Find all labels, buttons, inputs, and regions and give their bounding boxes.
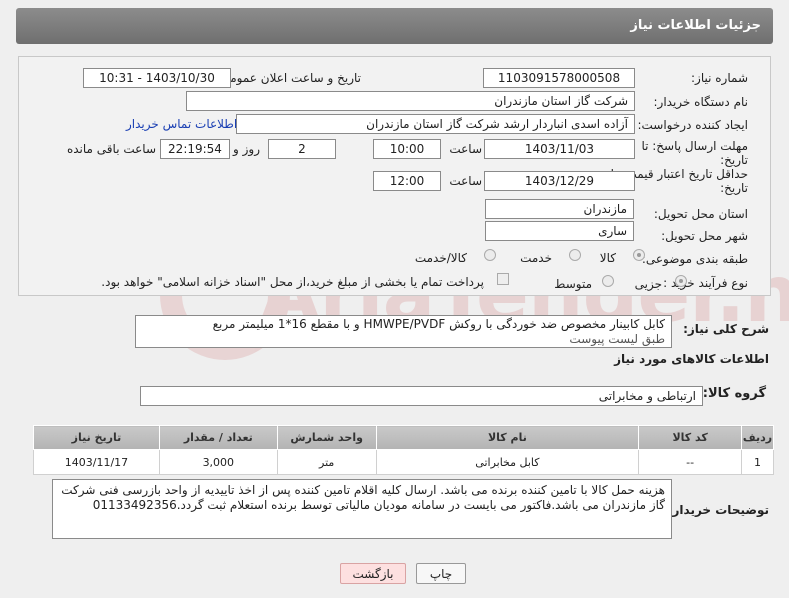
col-header-date: تاریخ نیاز <box>33 425 160 450</box>
deadline-label: مهلت ارسال پاسخ: تا <box>641 139 748 153</box>
goods-table: ردیف کد کالا نام کالا واحد شمارش تعداد /… <box>33 425 774 475</box>
announce-label: تاریخ و ساعت اعلان عمومی: <box>216 71 361 85</box>
creator-field: آزاده اسدی انباردار ارشد شرکت گاز استان … <box>236 114 635 134</box>
validity-date-label: تاریخ: <box>720 181 748 195</box>
category-label: طبقه بندی موضوعی: <box>641 252 748 266</box>
buyer-org-field: شرکت گاز استان مازندران <box>186 91 635 111</box>
page-title: جزئیات اطلاعات نیاز <box>630 18 761 33</box>
process-option-minor: جزیی <box>634 277 662 291</box>
category-option-goods-service: کالا/خدمت <box>414 251 467 265</box>
deadline-date-label: تاریخ: <box>720 153 748 167</box>
category-option-goods: کالا <box>599 251 616 265</box>
province-label: استان محل تحویل: <box>653 207 748 221</box>
goods-group-field: ارتباطی و مخابراتی <box>140 386 703 406</box>
cell-unit: متر <box>276 449 377 475</box>
description-line-1: کابل کابینار مخصوص ضد خوردگی با روکش HMW… <box>212 317 665 331</box>
back-button[interactable]: بازگشت <box>340 563 406 584</box>
col-header-qty: تعداد / مقدار <box>158 425 278 450</box>
buyer-notes-field: هزینه حمل کالا با تامین کننده برنده می ب… <box>52 479 672 539</box>
table-row: 1 -- کابل مخابراتی متر 3,000 1403/11/17 <box>33 449 774 475</box>
description-field: کابل کابینار مخصوص ضد خوردگی با روکش HMW… <box>135 315 672 348</box>
buyer-org-label: نام دستگاه خریدار: <box>653 95 749 109</box>
creator-label: ایجاد کننده درخواست: <box>637 118 748 132</box>
category-radio-service[interactable] <box>569 249 581 261</box>
category-option-service: خدمت <box>520 251 552 265</box>
goods-table-header: ردیف کد کالا نام کالا واحد شمارش تعداد /… <box>33 425 774 450</box>
deadline-date-field: 1403/11/03 <box>484 139 635 159</box>
province-field: مازندران <box>485 199 634 219</box>
time-remaining-label: ساعت باقی مانده <box>66 142 156 156</box>
announce-field: 1403/10/30 - 10:31 <box>83 68 231 88</box>
buyer-contact-link[interactable]: اطلاعات تماس خریدار <box>126 117 237 131</box>
cell-code: -- <box>638 449 743 475</box>
goods-section-title: اطلاعات کالاهای مورد نیاز <box>614 352 769 366</box>
validity-time-field: 12:00 <box>373 171 441 191</box>
treasury-checkbox[interactable] <box>497 273 509 285</box>
need-number-field: 1103091578000508 <box>483 68 635 88</box>
process-radio-medium[interactable] <box>602 275 614 287</box>
description-line-2: طبق لیست پیوست <box>569 332 665 346</box>
days-remaining-field: 2 <box>268 139 336 159</box>
cell-row: 1 <box>741 449 774 475</box>
category-radio-goods-service[interactable] <box>484 249 496 261</box>
category-radio-goods[interactable] <box>633 249 645 261</box>
time-remaining-field: 22:19:54 <box>160 139 230 159</box>
col-header-name: نام کالا <box>375 425 640 450</box>
validity-date-field: 1403/12/29 <box>484 171 635 191</box>
deadline-time-label: ساعت <box>449 142 482 156</box>
city-label: شهر محل تحویل: <box>661 229 748 243</box>
days-label: روز و <box>233 142 260 156</box>
description-label: شرح کلی نیاز: <box>683 322 769 336</box>
cell-qty: 3,000 <box>158 449 278 475</box>
goods-group-label: گروه کالا: <box>702 386 766 401</box>
buyer-notes-label: توضیحات خریدار: <box>667 503 769 517</box>
need-number-label: شماره نیاز: <box>691 71 748 85</box>
validity-time-label: ساعت <box>449 174 482 188</box>
col-header-row: ردیف <box>741 425 774 450</box>
cell-name: کابل مخابراتی <box>375 449 640 475</box>
page-header: جزئیات اطلاعات نیاز <box>16 8 773 44</box>
col-header-code: کد کالا <box>638 425 743 450</box>
print-button[interactable]: چاپ <box>416 563 466 584</box>
col-header-unit: واحد شمارش <box>276 425 377 450</box>
city-field: ساری <box>485 221 634 241</box>
process-radio-minor[interactable] <box>675 275 687 287</box>
deadline-time-field: 10:00 <box>373 139 441 159</box>
treasury-note: پرداخت تمام یا بخشی از مبلغ خرید،از محل … <box>101 275 484 289</box>
process-option-medium: متوسط <box>554 277 592 291</box>
cell-date: 1403/11/17 <box>33 449 160 475</box>
